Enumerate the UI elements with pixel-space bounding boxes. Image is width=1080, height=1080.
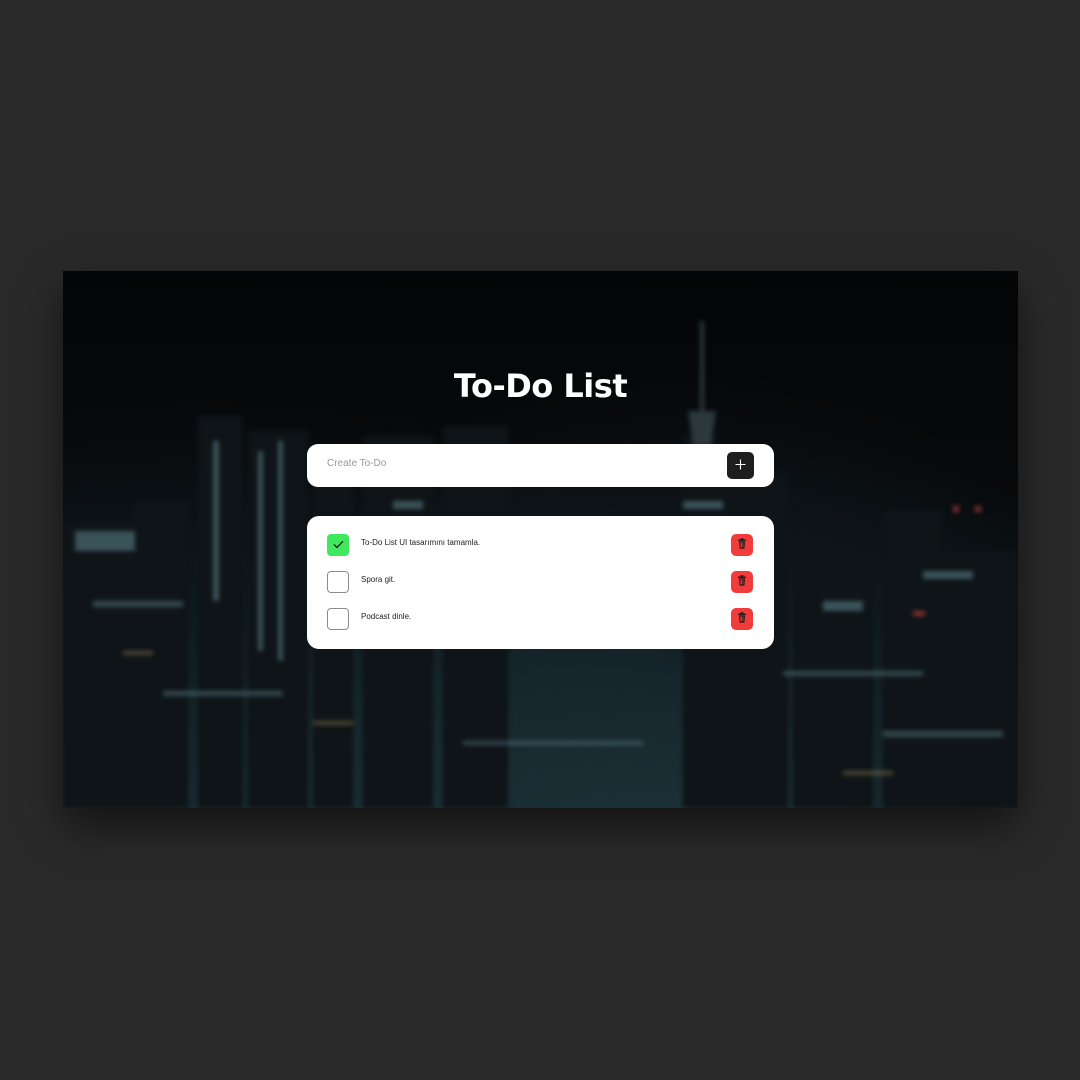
todo-checkbox[interactable]	[327, 608, 349, 630]
delete-todo-button[interactable]	[731, 571, 753, 593]
todo-checkbox[interactable]	[327, 534, 349, 556]
page-title: To-Do List	[453, 367, 628, 405]
add-todo-button[interactable]	[727, 452, 754, 479]
create-todo-input[interactable]	[325, 444, 715, 487]
trash-icon	[737, 573, 747, 591]
todo-checkbox[interactable]	[327, 571, 349, 593]
create-todo-bar	[307, 444, 774, 487]
todo-item: To-Do List UI tasarımını tamamla.	[307, 532, 774, 558]
todo-text: To-Do List UI tasarımını tamamla.	[361, 538, 481, 547]
todo-item: Podcast dinle.	[307, 606, 774, 632]
delete-todo-button[interactable]	[731, 608, 753, 630]
todo-text: Spora git.	[361, 575, 396, 584]
todo-list: To-Do List UI tasarımını tamamla. Spora …	[307, 516, 774, 649]
trash-icon	[737, 610, 747, 628]
todo-text: Podcast dinle.	[361, 612, 412, 621]
delete-todo-button[interactable]	[731, 534, 753, 556]
check-icon	[333, 536, 344, 554]
app-window: To-Do List To-Do List UI tasarımını tama…	[63, 271, 1018, 808]
plus-icon	[735, 457, 746, 475]
trash-icon	[737, 536, 747, 554]
todo-item: Spora git.	[307, 569, 774, 595]
